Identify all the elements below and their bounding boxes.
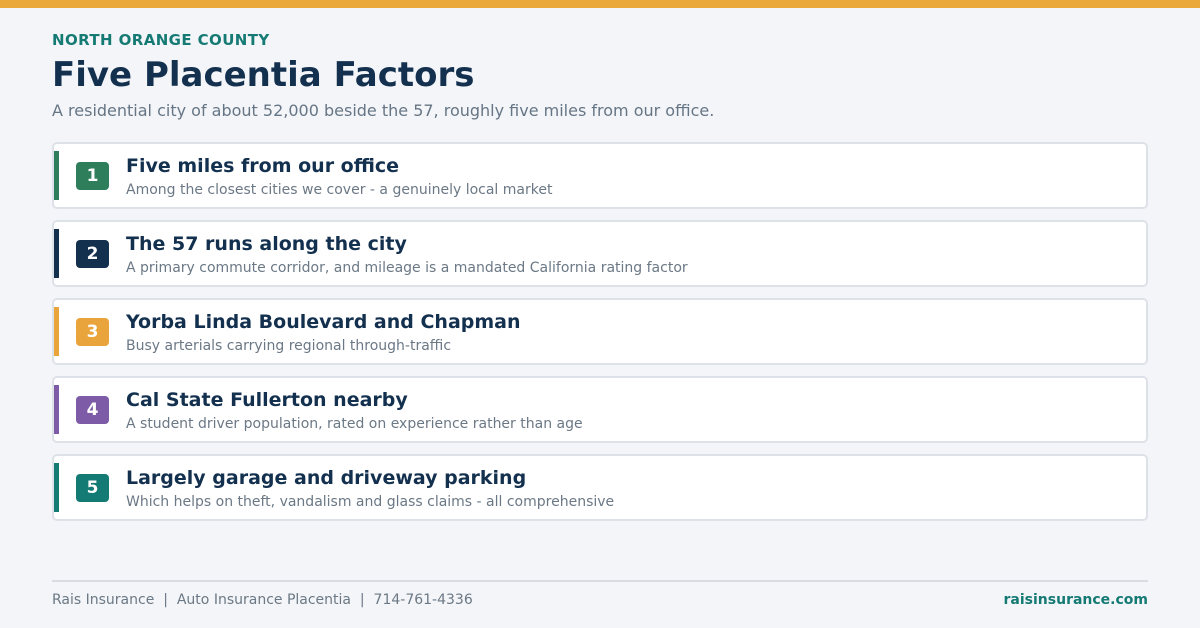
footer-info: Rais Insurance | Auto Insurance Placenti… bbox=[52, 592, 473, 608]
factor-card-5: 5 Largely garage and driveway parking Wh… bbox=[52, 454, 1148, 521]
factor-card-2: 2 The 57 runs along the city A primary c… bbox=[52, 220, 1148, 287]
page-title: Five Placentia Factors bbox=[52, 55, 475, 95]
footer-divider bbox=[52, 580, 1148, 582]
factor-list: 1 Five miles from our office Among the c… bbox=[52, 142, 1148, 532]
factor-title: Yorba Linda Boulevard and Chapman bbox=[126, 311, 521, 333]
factor-accent-bar bbox=[54, 307, 59, 356]
footer-phone[interactable]: 714-761-4336 bbox=[374, 592, 473, 608]
factor-number-badge: 1 bbox=[76, 162, 109, 190]
factor-description: Among the closest cities we cover - a ge… bbox=[126, 182, 553, 198]
page-subtitle: A residential city of about 52,000 besid… bbox=[52, 101, 715, 120]
factor-card-1: 1 Five miles from our office Among the c… bbox=[52, 142, 1148, 209]
footer-separator: | bbox=[163, 592, 168, 608]
factor-number-badge: 5 bbox=[76, 474, 109, 502]
eyebrow-label: NORTH ORANGE COUNTY bbox=[52, 31, 270, 49]
factor-card-4: 4 Cal State Fullerton nearby A student d… bbox=[52, 376, 1148, 443]
factor-title: Largely garage and driveway parking bbox=[126, 467, 527, 489]
factor-description: Busy arterials carrying regional through… bbox=[126, 338, 452, 354]
factor-card-3: 3 Yorba Linda Boulevard and Chapman Busy… bbox=[52, 298, 1148, 365]
factor-accent-bar bbox=[54, 151, 59, 200]
factor-title: Cal State Fullerton nearby bbox=[126, 389, 408, 411]
factor-number-badge: 3 bbox=[76, 318, 109, 346]
factor-number-badge: 4 bbox=[76, 396, 109, 424]
factor-title: Five miles from our office bbox=[126, 155, 400, 177]
factor-title: The 57 runs along the city bbox=[126, 233, 407, 255]
factor-description: A primary commute corridor, and mileage … bbox=[126, 260, 688, 276]
factor-accent-bar bbox=[54, 229, 59, 278]
factor-number-badge: 2 bbox=[76, 240, 109, 268]
factor-accent-bar bbox=[54, 385, 59, 434]
top-accent-bar bbox=[0, 0, 1200, 8]
footer-company: Rais Insurance bbox=[52, 592, 155, 608]
factor-description: Which helps on theft, vandalism and glas… bbox=[126, 494, 615, 510]
footer-separator: | bbox=[359, 592, 365, 608]
factor-description: A student driver population, rated on ex… bbox=[126, 416, 583, 432]
footer-website-link[interactable]: raisinsurance.com bbox=[1004, 592, 1148, 608]
footer-page-name: Auto Insurance Placentia bbox=[176, 592, 352, 608]
factor-accent-bar bbox=[54, 463, 59, 512]
